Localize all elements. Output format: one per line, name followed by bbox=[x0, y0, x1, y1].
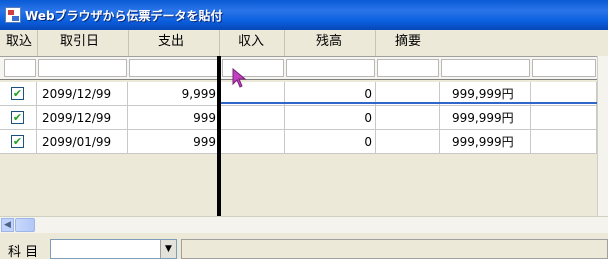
column-header-date[interactable]: 取引日 bbox=[60, 30, 99, 54]
account-label: 科 目 bbox=[8, 245, 39, 259]
table-row[interactable]: ✔ 2099/01/99 999 0 999,999円 bbox=[0, 130, 597, 154]
account-combo[interactable]: ▼ bbox=[50, 239, 177, 259]
filter-row bbox=[0, 56, 597, 80]
scroll-left-icon[interactable]: ◀ bbox=[1, 218, 14, 232]
memo-cell[interactable] bbox=[376, 106, 440, 130]
import-cell[interactable]: ✔ bbox=[0, 82, 37, 106]
income-cell[interactable] bbox=[221, 106, 285, 130]
mouse-cursor-icon bbox=[232, 68, 246, 88]
filter-date[interactable] bbox=[38, 59, 127, 77]
column-header-expense[interactable]: 支出 bbox=[158, 30, 184, 54]
amount-cell[interactable]: 999,999円 bbox=[440, 106, 531, 130]
app-icon bbox=[5, 7, 21, 23]
column-header-income[interactable]: 収入 bbox=[238, 30, 264, 54]
column-divider[interactable] bbox=[219, 30, 220, 56]
data-grid: ✔ 2099/12/99 9,999 0 999,999円 ✔ 2099/12/… bbox=[0, 80, 597, 215]
extra-cell[interactable] bbox=[531, 130, 597, 154]
column-divider[interactable] bbox=[37, 30, 38, 56]
column-header-balance[interactable]: 残高 bbox=[316, 30, 342, 54]
title-bar[interactable]: Webブラウザから伝票データを貼付 bbox=[0, 0, 608, 30]
balance-cell[interactable]: 0 bbox=[285, 106, 376, 130]
filter-expense[interactable] bbox=[129, 59, 218, 77]
import-checkbox[interactable]: ✔ bbox=[11, 87, 24, 100]
import-cell[interactable]: ✔ bbox=[0, 130, 37, 154]
import-checkbox[interactable]: ✔ bbox=[11, 111, 24, 124]
filter-extra[interactable] bbox=[532, 59, 596, 77]
column-header-import[interactable]: 取込 bbox=[6, 30, 32, 54]
expense-cell[interactable]: 999 bbox=[128, 106, 220, 130]
date-cell[interactable]: 2099/12/99 bbox=[37, 106, 128, 130]
date-cell[interactable]: 2099/12/99 bbox=[37, 82, 128, 106]
date-cell[interactable]: 2099/01/99 bbox=[37, 130, 128, 154]
column-header-row: 取込 取引日 支出 収入 残高 摘要 bbox=[0, 30, 608, 56]
table-row[interactable]: ✔ 2099/12/99 999 0 999,999円 bbox=[0, 106, 597, 130]
filter-import[interactable] bbox=[4, 59, 36, 77]
column-divider[interactable] bbox=[128, 30, 129, 56]
vertical-scrollbar[interactable] bbox=[597, 56, 608, 216]
horizontal-scrollbar[interactable]: ◀ bbox=[0, 216, 608, 233]
import-checkbox[interactable]: ✔ bbox=[11, 135, 24, 148]
column-divider[interactable] bbox=[284, 30, 285, 56]
app-window: Webブラウザから伝票データを貼付 取込 取引日 支出 収入 残高 摘要 ✔ 2… bbox=[0, 0, 608, 259]
filter-balance[interactable] bbox=[286, 59, 375, 77]
import-cell[interactable]: ✔ bbox=[0, 106, 37, 130]
amount-cell[interactable]: 999,999円 bbox=[440, 130, 531, 154]
filter-memo[interactable] bbox=[377, 59, 439, 77]
footer-bar: 科 目 ▼ bbox=[0, 233, 608, 259]
income-cell[interactable] bbox=[221, 130, 285, 154]
extra-cell[interactable] bbox=[531, 106, 597, 130]
column-header-memo[interactable]: 摘要 bbox=[395, 30, 421, 54]
account-detail-field bbox=[181, 239, 608, 259]
memo-cell[interactable] bbox=[376, 130, 440, 154]
frozen-column-splitter[interactable] bbox=[217, 56, 221, 216]
balance-cell[interactable]: 0 bbox=[285, 130, 376, 154]
expense-cell[interactable]: 999 bbox=[128, 130, 220, 154]
column-divider[interactable] bbox=[375, 30, 376, 56]
scrollbar-thumb[interactable] bbox=[15, 218, 35, 232]
chevron-down-icon[interactable]: ▼ bbox=[160, 240, 176, 258]
expense-cell[interactable]: 9,999 bbox=[128, 82, 220, 106]
selection-indicator bbox=[220, 102, 597, 104]
filter-amount[interactable] bbox=[441, 59, 530, 77]
window-title: Webブラウザから伝票データを貼付 bbox=[25, 9, 223, 23]
